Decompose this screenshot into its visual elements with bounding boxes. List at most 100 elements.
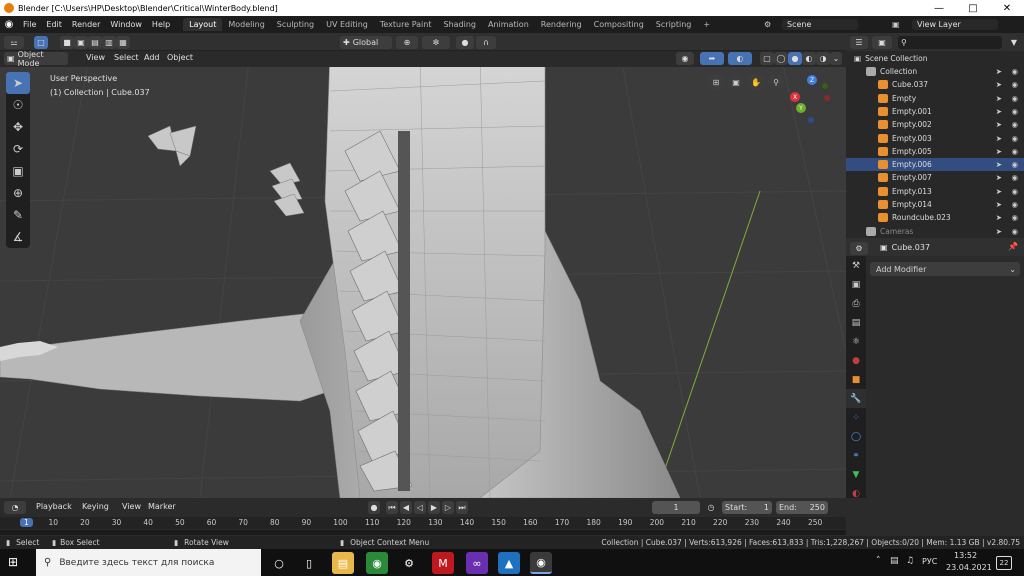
jump-end-icon[interactable]: ⏭ <box>456 501 468 514</box>
tab-rendering[interactable]: Rendering <box>535 18 588 31</box>
minimize-button[interactable]: — <box>922 0 956 16</box>
language-indicator[interactable]: РУС <box>922 557 937 566</box>
selectable-arrow-icon[interactable]: ➤ <box>996 107 1002 116</box>
visibility-eye-icon[interactable]: ◉ <box>1011 134 1018 143</box>
scene-name-field[interactable]: Scene <box>782 19 858 30</box>
clock-icon[interactable]: ◷ <box>704 501 718 514</box>
visual-studio-icon[interactable]: ∞ <box>466 552 488 574</box>
gizmo-toggle-icon[interactable]: ➦ <box>700 52 724 65</box>
select-mode-intersect-icon[interactable]: ▦ <box>116 36 130 49</box>
select-mode-new-icon[interactable]: ■ <box>60 36 74 49</box>
settings-icon[interactable]: ⚙ <box>398 552 420 574</box>
shading-solid-icon[interactable]: ● <box>788 52 802 65</box>
snap-icon[interactable]: ✼ <box>422 36 450 49</box>
gizmo-neg-y-dot[interactable] <box>822 83 828 89</box>
selectable-arrow-icon[interactable]: ➤ <box>996 213 1002 222</box>
tab-modeling[interactable]: Modeling <box>222 18 270 31</box>
select-tool-icon[interactable]: ➤ <box>6 72 30 94</box>
blender-menu-icon[interactable]: ◉ <box>0 19 18 30</box>
pin-icon[interactable]: 📌 <box>1008 242 1018 251</box>
outliner-item[interactable]: Empty.005 ➤ ◉ <box>846 145 1024 158</box>
outliner-item[interactable]: Empty.013 ➤ ◉ <box>846 185 1024 198</box>
blender-taskbar-icon[interactable]: ◉ <box>530 552 552 574</box>
volume-icon[interactable]: ♫ <box>906 556 914 566</box>
visibility-filter-icon[interactable]: ◉ <box>676 52 694 65</box>
prev-keyframe-icon[interactable]: ◀ <box>400 501 412 514</box>
selectable-arrow-icon[interactable]: ➤ <box>996 200 1002 209</box>
outliner-item[interactable]: Empty.003 ➤ ◉ <box>846 132 1024 145</box>
gizmo-z-axis[interactable]: Z <box>807 75 817 85</box>
visibility-eye-icon[interactable]: ◉ <box>1011 187 1018 196</box>
tab-compositing[interactable]: Compositing <box>588 18 650 31</box>
outliner-item[interactable]: Empty.002 ➤ ◉ <box>846 118 1024 131</box>
selectable-arrow-icon[interactable]: ➤ <box>996 67 1002 76</box>
visibility-eye-icon[interactable]: ◉ <box>1011 173 1018 182</box>
outliner-item[interactable]: Cube.037 ➤ ◉ <box>846 78 1024 91</box>
grid-view-icon[interactable]: ⊞ <box>708 74 724 90</box>
outliner-item[interactable]: Collection ➤ ◉ <box>846 65 1024 78</box>
particles-tab-icon[interactable]: ⁘ <box>846 408 866 427</box>
selectable-arrow-icon[interactable]: ➤ <box>996 160 1002 169</box>
mode-dropdown[interactable]: ▣ Object Mode <box>4 50 68 68</box>
tab-scripting[interactable]: Scripting <box>650 18 698 31</box>
tab-sculpting[interactable]: Sculpting <box>271 18 320 31</box>
tab-animation[interactable]: Animation <box>482 18 535 31</box>
outliner-item[interactable]: Empty.006 ➤ ◉ <box>846 158 1024 172</box>
pan-hand-icon[interactable]: ✋ <box>748 74 764 90</box>
proportional-edit-icon[interactable]: ● <box>456 36 474 49</box>
menu-window[interactable]: Window <box>105 20 147 29</box>
mcafee-icon[interactable]: M <box>432 552 454 574</box>
current-frame-field[interactable]: 1 <box>652 501 700 514</box>
camera-view-icon[interactable]: ▣ <box>728 74 744 90</box>
scene-tab-icon[interactable]: ⚛ <box>846 332 866 351</box>
world-tab-icon[interactable]: ● <box>846 351 866 370</box>
move-tool-icon[interactable]: ✥ <box>6 116 30 138</box>
select-mode-invert-icon[interactable]: ▥ <box>102 36 116 49</box>
display-mode-icon[interactable]: ▣ <box>872 36 892 49</box>
transform-tool-icon[interactable]: ⊕ <box>6 182 30 204</box>
falloff-icon[interactable]: ∩ <box>476 36 496 49</box>
output-tab-icon[interactable]: ⎙ <box>846 294 866 313</box>
timeline-menu-view[interactable]: View <box>122 502 141 511</box>
visibility-eye-icon[interactable]: ◉ <box>1011 107 1018 116</box>
timeline-menu-playback[interactable]: Playback <box>36 502 72 511</box>
photos-icon[interactable]: ▲ <box>498 552 520 574</box>
constraints-tab-icon[interactable]: ⚭ <box>846 446 866 465</box>
visibility-eye-icon[interactable]: ◉ <box>1011 80 1018 89</box>
chrome-icon[interactable]: ◉ <box>366 552 388 574</box>
object-tab-icon[interactable]: ■ <box>846 370 866 389</box>
timeline-scrollbar[interactable] <box>0 530 846 535</box>
clock-time[interactable]: 13:52 <box>954 551 977 560</box>
shading-rendered-icon[interactable]: ◑ <box>816 52 830 65</box>
play-icon[interactable]: ▶ <box>428 501 440 514</box>
outliner-item[interactable]: Empty.007 ➤ ◉ <box>846 171 1024 184</box>
annotate-tool-icon[interactable]: ✎ <box>6 204 30 226</box>
pivot-point-icon[interactable]: ⊕ <box>396 36 418 49</box>
modifier-tab-icon[interactable]: 🔧 <box>846 389 866 408</box>
viewport-menu-select[interactable]: Select <box>114 53 139 62</box>
cortana-icon[interactable]: ○ <box>268 552 290 574</box>
play-reverse-icon[interactable]: ◁ <box>414 501 426 514</box>
tray-chevron-icon[interactable]: ˄ <box>876 556 881 566</box>
end-frame-field[interactable]: End: 250 <box>776 501 828 514</box>
task-view-icon[interactable]: ▯ <box>298 552 320 574</box>
select-box-tool-icon[interactable]: □ <box>34 36 48 49</box>
notification-badge[interactable]: 22 <box>996 556 1012 570</box>
shading-options-icon[interactable]: ⌄ <box>830 52 842 65</box>
render-tab-icon[interactable]: ▣ <box>846 275 866 294</box>
outliner-editor-type-icon[interactable]: ☰ <box>850 36 868 49</box>
tab-shading[interactable]: Shading <box>437 18 482 31</box>
visibility-eye-icon[interactable]: ◉ <box>1011 94 1018 103</box>
visibility-eye-icon[interactable]: ◉ <box>1011 213 1018 222</box>
measure-tool-icon[interactable]: ∡ <box>6 226 30 248</box>
scene-selector[interactable]: ⚙ Scene <box>764 18 864 31</box>
maximize-button[interactable]: □ <box>956 0 990 16</box>
windows-start-icon[interactable]: ⊞ <box>8 555 18 569</box>
view-layer-tab-icon[interactable]: ▤ <box>846 313 866 332</box>
tab-layout[interactable]: Layout <box>183 18 223 31</box>
physics-tab-icon[interactable]: ◯ <box>846 427 866 446</box>
outliner-item[interactable]: Empty ➤ ◉ <box>846 92 1024 105</box>
shading-material-icon[interactable]: ◐ <box>802 52 816 65</box>
tab-uv-editing[interactable]: UV Editing <box>320 18 374 31</box>
filter-icon[interactable]: ▼ <box>1006 36 1022 49</box>
